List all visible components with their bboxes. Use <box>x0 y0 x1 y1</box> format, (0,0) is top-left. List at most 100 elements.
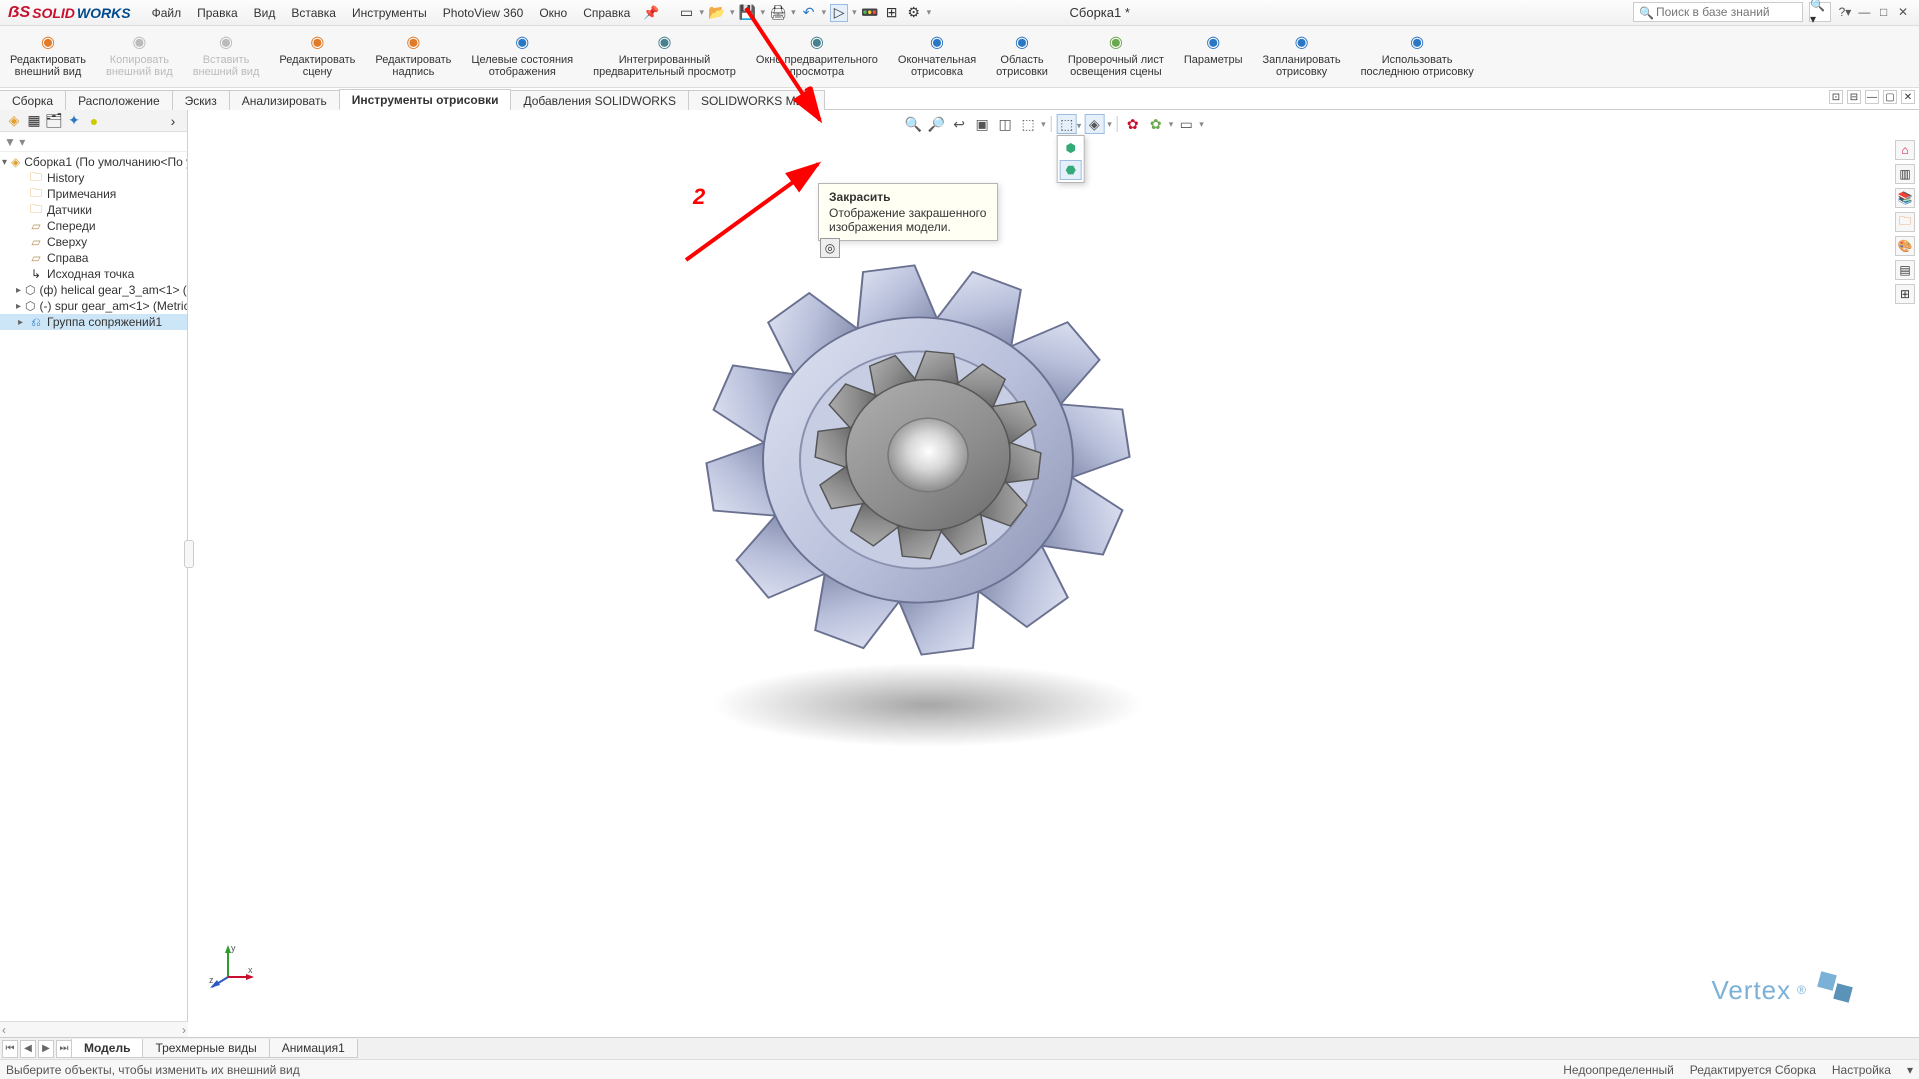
menu-window[interactable]: Окно <box>532 4 574 22</box>
options-icon[interactable]: ⊞ <box>883 4 901 22</box>
orientation-triad[interactable]: y x z <box>208 943 248 983</box>
tree-item-9[interactable]: ▸⎌Группа сопряжений1 <box>0 314 187 330</box>
ribbon-item-13[interactable]: ◉Использоватьпоследнюю отрисовку <box>1351 30 1484 80</box>
tree-root[interactable]: ▾◈Сборка1 (По умолчанию<По у <box>0 154 187 170</box>
tab-nav-prev[interactable]: ◀ <box>20 1040 36 1058</box>
panel-expand-icon[interactable]: ⊡ <box>1829 90 1843 104</box>
ribbon-item-10[interactable]: ◉Проверочный листосвещения сцены <box>1058 30 1174 80</box>
dim-tab-icon[interactable]: ✦ <box>65 112 83 130</box>
prev-view-icon[interactable]: ↩ <box>949 114 969 134</box>
tree-item-6[interactable]: ↳Исходная точка <box>0 266 187 282</box>
command-tab-0[interactable]: Сборка <box>0 90 66 110</box>
display-shaded[interactable]: ⬣ <box>1060 160 1082 180</box>
scroll-right-icon[interactable]: › <box>182 1023 186 1037</box>
status-config[interactable]: Настройка <box>1832 1063 1891 1077</box>
command-tab-2[interactable]: Эскиз <box>172 90 230 110</box>
command-tab-5[interactable]: Добавления SOLIDWORKS <box>510 90 689 110</box>
tab-nav-next[interactable]: ▶ <box>38 1040 54 1058</box>
annotation-arrow-2 <box>678 150 838 270</box>
tree-item-8[interactable]: ▸⬡(-) spur gear_am<1> (Metric <box>0 298 187 314</box>
view-cube-icon[interactable]: ⬚ <box>1018 114 1038 134</box>
menu-photoview[interactable]: PhotoView 360 <box>436 4 531 22</box>
ribbon-icon-6: ◉ <box>655 32 675 52</box>
rebuild-icon[interactable]: 🚥 <box>861 4 879 22</box>
display-shaded-edges[interactable]: ⬢ <box>1060 138 1082 158</box>
maximize-button[interactable]: □ <box>1876 5 1892 19</box>
new-icon[interactable]: ▭ <box>677 4 695 22</box>
close-button[interactable]: ✕ <box>1895 5 1911 19</box>
command-tab-4[interactable]: Инструменты отрисовки <box>339 89 512 110</box>
hidden-lines-button[interactable]: ◈ <box>1084 114 1104 134</box>
tree-item-2[interactable]: 🗀Датчики <box>0 202 187 218</box>
custom-icon[interactable]: ⊞ <box>1895 284 1915 304</box>
ribbon-item-0[interactable]: ◉Редактироватьвнешний вид <box>0 30 96 80</box>
ribbon-item-11[interactable]: ◉Параметры <box>1174 30 1253 68</box>
tab-nav-first[interactable]: ⏮ <box>2 1040 18 1058</box>
panel-collapse-icon[interactable]: ⊟ <box>1847 90 1861 104</box>
display-style-button[interactable]: ⬚ <box>1057 114 1077 134</box>
zoom-fit-icon[interactable]: 🔍 <box>903 114 923 134</box>
tree-item-1[interactable]: 🗀Примечания <box>0 186 187 202</box>
appearance-panel-icon[interactable]: ▤ <box>1895 260 1915 280</box>
splitter-handle[interactable] <box>184 540 194 568</box>
render-icon[interactable]: ▭ <box>1176 114 1196 134</box>
feature-tree-tab-icon[interactable]: ◈ <box>5 112 23 130</box>
ribbon-item-6[interactable]: ◉Интегрированныйпредварительный просмотр <box>583 30 746 80</box>
property-tab-icon[interactable]: ▦ <box>25 112 43 130</box>
resources-icon[interactable]: ▥ <box>1895 164 1915 184</box>
panel-max-icon[interactable]: ▢ <box>1883 90 1897 104</box>
panel-close-icon[interactable]: ✕ <box>1901 90 1915 104</box>
tab-nav-last[interactable]: ⏭ <box>56 1040 72 1058</box>
zoom-area-icon[interactable]: 🔎 <box>926 114 946 134</box>
graphics-viewport[interactable]: 🔍 🔎 ↩ ▣ ◫ ⬚▾ ⬚▾ ⬢ ⬣ ◈▾ ✿ ✿▾ ▭▾ Закрасить… <box>188 110 1919 1053</box>
menu-insert[interactable]: Вставка <box>284 4 343 22</box>
home-icon[interactable]: ⌂ <box>1895 140 1915 160</box>
menu-tools[interactable]: Инструменты <box>345 4 434 22</box>
ribbon-icon-8: ◉ <box>927 32 947 52</box>
library-icon[interactable]: 📚 <box>1895 188 1915 208</box>
ribbon-item-3[interactable]: ◉Редактироватьсцену <box>269 30 365 80</box>
tree-item-3[interactable]: ▱Спереди <box>0 218 187 234</box>
scene-icon[interactable]: ✿ <box>1123 114 1143 134</box>
ribbon-icon-10: ◉ <box>1106 32 1126 52</box>
ribbon-item-9[interactable]: ◉Областьотрисовки <box>986 30 1058 80</box>
settings-icon[interactable]: ⚙ <box>905 4 923 22</box>
command-tab-1[interactable]: Расположение <box>65 90 173 110</box>
open-icon[interactable]: 📂 <box>708 4 726 22</box>
explorer-icon[interactable]: 🗀 <box>1895 212 1915 232</box>
tab-anim1[interactable]: Анимация1 <box>269 1039 358 1058</box>
section-view-icon[interactable]: ▣ <box>972 114 992 134</box>
tree-item-0[interactable]: 🗀History <box>0 170 187 186</box>
filter-bar[interactable]: ▼ ▾ <box>0 132 187 152</box>
view-orient-icon[interactable]: ◫ <box>995 114 1015 134</box>
appearance-icon[interactable]: ✿ <box>1146 114 1166 134</box>
status-dropdown-icon[interactable]: ▾ <box>1907 1063 1913 1077</box>
config-tab-icon[interactable]: 🗂 <box>45 112 63 130</box>
tab-model[interactable]: Модель <box>71 1039 143 1058</box>
search-input[interactable] <box>1633 2 1803 22</box>
display-tab-icon[interactable]: ● <box>85 112 103 130</box>
status-message: Выберите объекты, чтобы изменить их внеш… <box>6 1063 300 1077</box>
tab-3dviews[interactable]: Трехмерные виды <box>142 1039 269 1058</box>
menu-edit[interactable]: Правка <box>190 4 245 22</box>
ribbon-item-8[interactable]: ◉Окончательнаяотрисовка <box>888 30 986 80</box>
help-button[interactable]: ?▾ <box>1837 5 1853 19</box>
panel-min-icon[interactable]: — <box>1865 90 1879 104</box>
tree-scrollbar[interactable]: ‹ › <box>0 1021 188 1037</box>
tree-item-5[interactable]: ▱Справа <box>0 250 187 266</box>
ribbon-item-4[interactable]: ◉Редактироватьнадпись <box>365 30 461 80</box>
pin-icon[interactable]: 📌 <box>643 5 659 21</box>
ribbon-item-12[interactable]: ◉Запланироватьотрисовку <box>1253 30 1351 80</box>
view-palette-icon[interactable]: 🎨 <box>1895 236 1915 256</box>
tree-item-7[interactable]: ▸⬡(ф) helical gear_3_am<1> (M <box>0 282 187 298</box>
panel-more-icon[interactable]: › <box>164 112 182 130</box>
ribbon-item-5[interactable]: ◉Целевые состоянияотображения <box>461 30 583 80</box>
command-tab-3[interactable]: Анализировать <box>229 90 340 110</box>
menu-help[interactable]: Справка <box>576 4 637 22</box>
search-go-button[interactable]: 🔍▾ <box>1809 2 1831 22</box>
tree-item-4[interactable]: ▱Сверху <box>0 234 187 250</box>
menu-file[interactable]: Файл <box>145 4 189 22</box>
menu-view[interactable]: Вид <box>247 4 283 22</box>
scroll-left-icon[interactable]: ‹ <box>2 1023 6 1037</box>
minimize-button[interactable]: — <box>1856 5 1872 19</box>
